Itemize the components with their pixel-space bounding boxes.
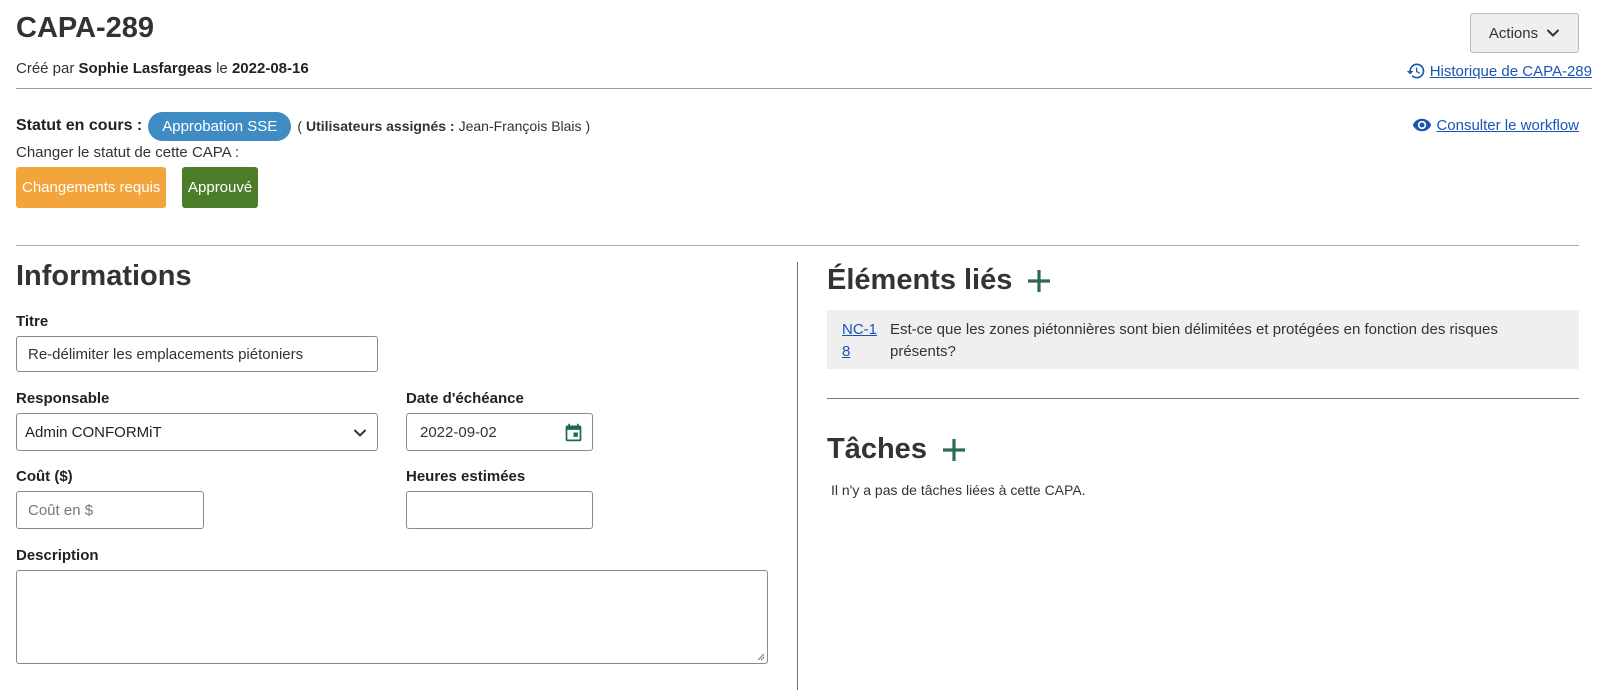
due-date-value: 2022-09-02 [420, 423, 497, 441]
assigned-open: ( [297, 118, 302, 134]
header-divider [16, 88, 1592, 89]
history-link-label: Historique de CAPA-289 [1429, 62, 1592, 80]
created-prefix: Créé par [16, 60, 75, 77]
no-tasks-message: Il n'y a pas de tâches liées à cette CAP… [831, 482, 1086, 498]
created-by: Sophie Lasfargeas [78, 60, 212, 77]
tasks-heading: Tâches [827, 433, 967, 466]
plus-icon[interactable] [1026, 268, 1052, 294]
created-on-word: le [216, 60, 228, 77]
description-label: Description [16, 547, 99, 564]
created-info: Créé par Sophie Lasfargeas le 2022-08-16 [16, 60, 309, 77]
page-title: CAPA-289 [16, 12, 155, 44]
assigned-user: Jean-François Blais [458, 118, 582, 134]
section-divider [16, 245, 1579, 246]
calendar-icon[interactable] [563, 422, 584, 443]
changes-required-button[interactable]: Changements requis [16, 167, 167, 208]
responsable-select[interactable]: Admin CONFORMiT [16, 413, 378, 451]
workflow-link[interactable]: Consulter le workflow [1412, 115, 1579, 135]
status-row: Statut en cours : Approbation SSE ( Util… [16, 111, 590, 141]
description-textarea[interactable] [16, 570, 768, 664]
chevron-down-icon [354, 429, 366, 437]
status-label: Statut en cours : [16, 117, 143, 134]
linked-heading-text: Éléments liés [827, 264, 1013, 296]
assigned-label: Utilisateurs assignés : [305, 118, 455, 134]
change-status-label: Changer le statut de cette CAPA : [16, 144, 240, 161]
cout-label: Coût ($) [16, 468, 73, 485]
linked-item-link[interactable]: NC-18 [842, 319, 878, 363]
heures-input[interactable] [406, 491, 593, 529]
actions-button[interactable]: Actions [1470, 13, 1579, 53]
linked-item-text: Est-ce que les zones piétonnières sont b… [890, 321, 1498, 360]
linked-heading: Éléments liés [827, 264, 1052, 297]
linked-divider [827, 398, 1579, 399]
plus-icon[interactable] [941, 437, 967, 463]
date-label: Date d'échéance [406, 390, 524, 407]
status-badge: Approbation SSE [148, 111, 292, 141]
informations-heading-text: Informations [16, 260, 192, 292]
informations-heading: Informations [16, 260, 192, 293]
cout-input[interactable]: Coût en $ [16, 491, 204, 529]
titre-label: Titre [16, 313, 49, 330]
actions-label: Actions [1488, 24, 1539, 42]
tasks-heading-text: Tâches [827, 433, 927, 465]
resize-handle-icon[interactable] [757, 653, 765, 661]
titre-input[interactable]: Re-délimiter les emplacements piétoniers [16, 336, 378, 372]
column-divider [797, 262, 798, 690]
approve-button[interactable]: Approuvé [182, 167, 259, 208]
history-icon [1406, 63, 1425, 79]
created-date: 2022-08-16 [231, 60, 309, 77]
responsable-value: Admin CONFORMiT [25, 423, 162, 441]
eye-icon [1413, 118, 1432, 132]
due-date-input[interactable]: 2022-09-02 [406, 413, 593, 451]
chevron-down-icon [1547, 29, 1560, 37]
history-link[interactable]: Historique de CAPA-289 [1406, 61, 1592, 81]
list-item: NC-18 Est-ce que les zones piétonnières … [827, 310, 1579, 369]
responsable-label: Responsable [16, 390, 110, 407]
workflow-link-label: Consulter le workflow [1436, 116, 1579, 134]
heures-label: Heures estimées [406, 468, 526, 485]
assigned-close: ) [585, 118, 591, 134]
